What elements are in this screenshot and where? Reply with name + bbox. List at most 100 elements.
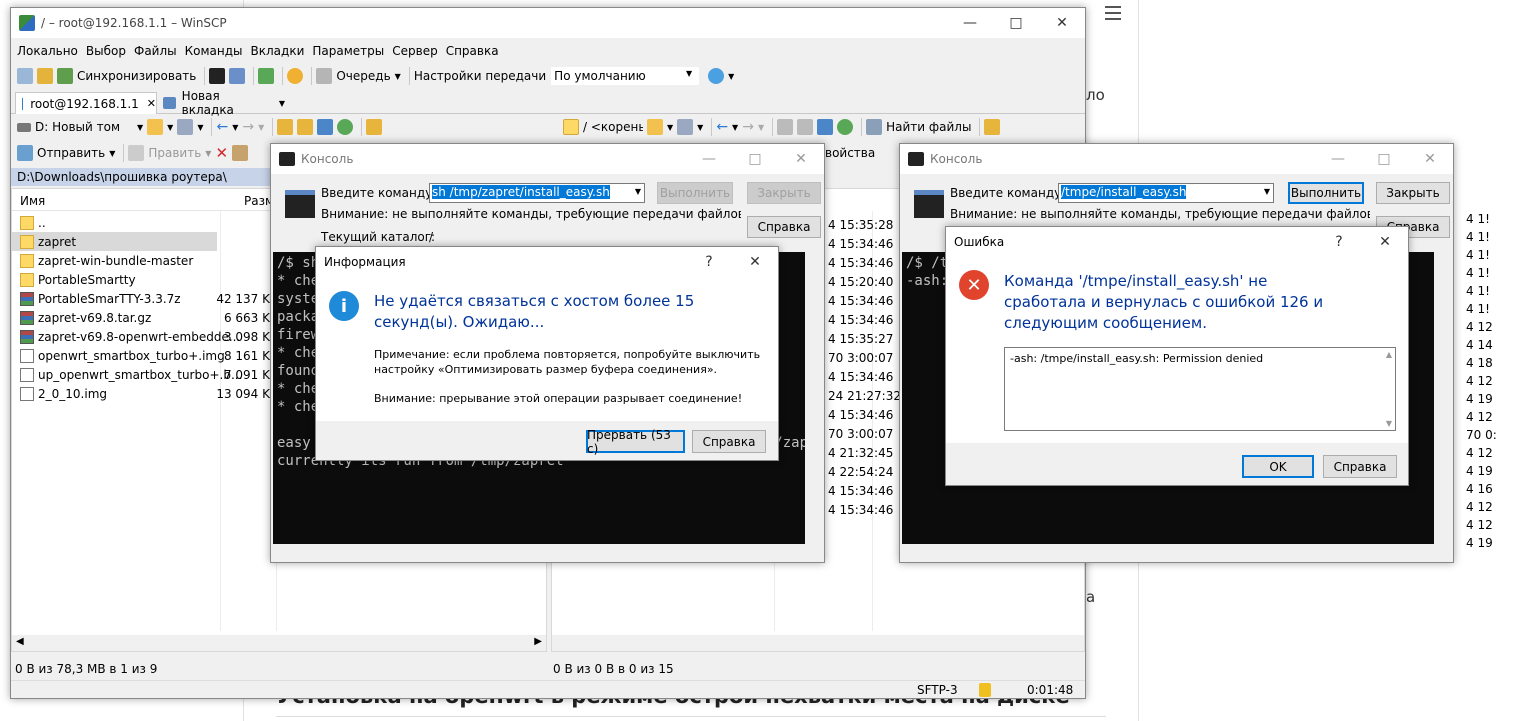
right-properties-label[interactable]: войства	[825, 146, 875, 160]
home-icon[interactable]	[317, 119, 334, 135]
chevron-down-icon[interactable]: ▼	[758, 123, 764, 132]
close-icon[interactable]: ✕	[147, 97, 156, 110]
command-input[interactable]: sh /tmp/zapret/install_easy.sh ▼	[429, 183, 645, 203]
chevron-down-icon[interactable]: ▼	[232, 123, 238, 132]
menu-item[interactable]: Параметры	[312, 44, 384, 58]
home-icon[interactable]	[817, 119, 834, 135]
gear-icon[interactable]	[287, 68, 304, 84]
root-dir-icon[interactable]	[797, 119, 814, 135]
chevron-down-icon[interactable]: ▼	[205, 149, 211, 158]
maximize-button[interactable]: □	[1361, 144, 1407, 174]
queue-button[interactable]: Очередь	[336, 69, 390, 83]
menu-item[interactable]: Команды	[185, 44, 243, 58]
queue-icon[interactable]	[316, 68, 333, 84]
open-folder-icon[interactable]	[647, 119, 663, 135]
transfer-settings-select[interactable]: По умолчанию ▼	[550, 66, 701, 86]
delete-icon[interactable]: ✕	[215, 144, 228, 162]
refresh-icon[interactable]	[337, 119, 354, 135]
path-select[interactable]: / <корень>	[583, 120, 643, 134]
error-message-box[interactable]: -ash: /tmpe/install_easy.sh: Permission …	[1004, 347, 1396, 431]
file-row[interactable]: zapret	[12, 232, 217, 251]
chevron-down-icon[interactable]: ▼	[395, 72, 401, 81]
rename-icon[interactable]	[232, 145, 249, 161]
back-arrow-icon[interactable]: ←	[216, 119, 228, 135]
close-console-button[interactable]: Закрыть	[747, 182, 821, 204]
maximize-button[interactable]: □	[993, 8, 1039, 38]
tab-session[interactable]: root@192.168.1.1 ✕	[15, 92, 157, 114]
help-button[interactable]: Справка	[1323, 455, 1397, 478]
maximize-button[interactable]: □	[732, 144, 778, 174]
abort-button[interactable]: Прервать (53 с)	[586, 428, 685, 456]
chevron-down-icon[interactable]: ▼	[197, 123, 203, 132]
synchronize-icon[interactable]	[57, 68, 73, 84]
menu-item[interactable]: Локально	[17, 44, 78, 58]
close-button[interactable]: ✕	[1407, 144, 1453, 174]
help-question-button[interactable]: ?	[1316, 227, 1362, 257]
synchronize-button[interactable]: Синхронизировать	[77, 69, 196, 83]
parent-dir-icon[interactable]	[777, 119, 794, 135]
menu-item[interactable]: Вкладки	[251, 44, 305, 58]
menu-item[interactable]: Сервер	[392, 44, 437, 58]
forward-arrow-icon[interactable]: →	[242, 119, 254, 135]
refresh-icon[interactable]	[837, 119, 854, 135]
sync-browse-icon[interactable]	[37, 68, 53, 84]
terminal-scrollbar[interactable]	[1434, 252, 1452, 544]
find-icon[interactable]	[866, 119, 883, 135]
minimize-button[interactable]: —	[1315, 144, 1361, 174]
chevron-down-icon[interactable]: ▼	[109, 149, 115, 158]
horizontal-scrollbar[interactable]: ◀ ▶	[12, 635, 546, 651]
filter-icon[interactable]	[177, 119, 194, 135]
ok-button[interactable]: OK	[1242, 455, 1314, 478]
edit-button[interactable]: Править	[148, 146, 201, 160]
column-header-name[interactable]: Имя	[20, 194, 45, 208]
close-button[interactable]: ✕	[1039, 8, 1085, 38]
filter-icon[interactable]	[677, 119, 694, 135]
find-files-button[interactable]: Найти файлы	[886, 120, 971, 134]
help-question-button[interactable]: ?	[686, 247, 732, 277]
tab-new[interactable]: Новая вкладка ▼	[159, 89, 285, 117]
close-button[interactable]: ✕	[732, 247, 778, 277]
scroll-up-icon[interactable]: ▲	[1386, 350, 1392, 359]
close-console-button[interactable]: Закрыть	[1376, 182, 1450, 204]
chevron-down-icon[interactable]: ▼	[258, 123, 264, 132]
hamburger-icon[interactable]	[1105, 6, 1121, 20]
close-button[interactable]: ✕	[1362, 227, 1408, 257]
minimize-button[interactable]: —	[686, 144, 732, 174]
execute-button[interactable]: Выполнить	[1288, 182, 1364, 204]
command-input[interactable]: /tmpe/install_easy.sh ▼	[1058, 183, 1274, 203]
chevron-down-icon[interactable]: ▼	[728, 72, 734, 81]
horizontal-scrollbar[interactable]	[552, 635, 1084, 651]
help-button[interactable]: Справка	[747, 216, 821, 238]
chevron-down-icon[interactable]: ▼	[635, 187, 641, 196]
compare-icon[interactable]	[17, 68, 33, 84]
scroll-left-icon[interactable]: ◀	[16, 636, 24, 647]
edit-icon[interactable]	[128, 145, 145, 161]
open-folder-icon[interactable]	[147, 119, 164, 135]
help-button[interactable]: Справка	[692, 430, 766, 453]
root-dir-icon[interactable]	[297, 119, 314, 135]
close-button[interactable]: ✕	[778, 144, 824, 174]
execute-button[interactable]: Выполнить	[657, 182, 733, 204]
scroll-down-icon[interactable]: ▼	[1386, 419, 1392, 428]
terminal-icon[interactable]	[209, 68, 226, 84]
globe-icon[interactable]	[708, 68, 725, 84]
upload-icon[interactable]	[17, 145, 33, 161]
terminal-scrollbar[interactable]	[805, 252, 823, 544]
chevron-down-icon[interactable]: ▼	[697, 123, 703, 132]
menu-item[interactable]: Выбор	[86, 44, 126, 58]
parent-dir-icon[interactable]	[277, 119, 294, 135]
back-arrow-icon[interactable]: ←	[716, 119, 728, 135]
new-folder-icon[interactable]	[366, 119, 383, 135]
upload-button[interactable]: Отправить	[37, 146, 105, 160]
scroll-right-icon[interactable]: ▶	[534, 636, 542, 647]
forward-arrow-icon[interactable]: →	[742, 119, 754, 135]
drive-select[interactable]: D: Новый том	[35, 120, 133, 134]
minimize-button[interactable]: —	[947, 8, 993, 38]
chevron-down-icon[interactable]: ▼	[137, 123, 143, 132]
refresh-icon[interactable]	[258, 68, 275, 84]
chevron-down-icon[interactable]: ▼	[1264, 187, 1270, 196]
chevron-down-icon[interactable]: ▼	[732, 123, 738, 132]
putty-icon[interactable]	[229, 68, 246, 84]
chevron-down-icon[interactable]: ▼	[667, 123, 673, 132]
menu-item[interactable]: Справка	[446, 44, 499, 58]
